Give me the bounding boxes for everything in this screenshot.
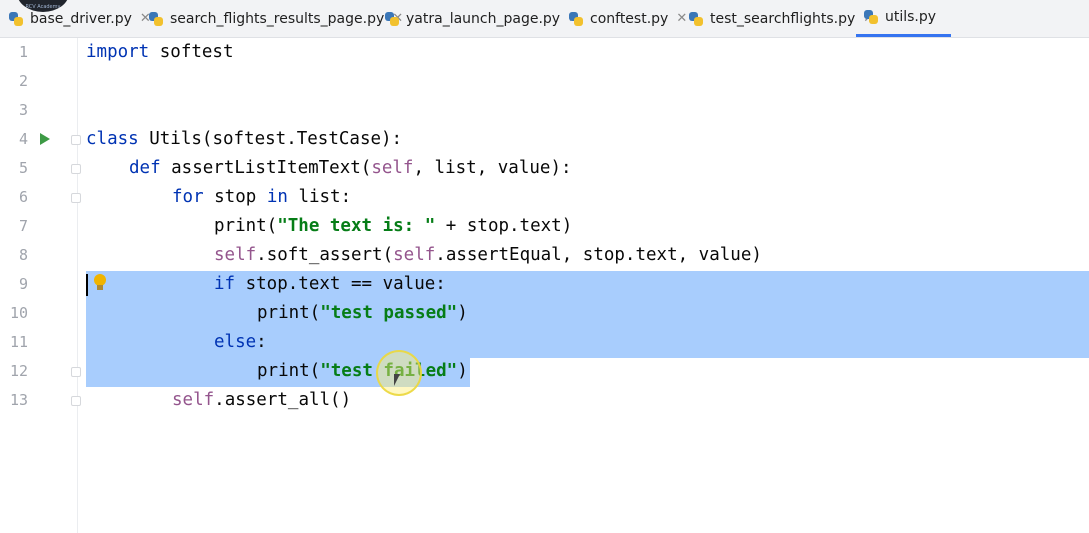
logo-text: RCV Academy xyxy=(25,4,61,10)
tab-label: utils.py xyxy=(885,9,937,25)
tab-label: search_flights_results_page.py xyxy=(170,10,385,27)
tab-utils[interactable]: utils.py xyxy=(856,0,951,37)
line-number: 11 xyxy=(9,333,28,351)
line-number: 12 xyxy=(9,362,28,380)
line-number: 6 xyxy=(18,188,28,206)
line-number: 3 xyxy=(18,101,28,119)
line-number: 13 xyxy=(9,391,28,409)
tab-test-searchflights[interactable]: test_searchflights.py ✕ xyxy=(688,0,874,37)
tab-label: test_searchflights.py xyxy=(710,10,856,27)
line-number: 4 xyxy=(18,130,28,148)
close-icon[interactable]: ✕ xyxy=(676,11,687,26)
fold-marker[interactable] xyxy=(71,396,81,406)
tab-yatra-launch-page[interactable]: yatra_launch_page.py ✕ xyxy=(384,0,579,37)
text-caret xyxy=(86,274,88,296)
code-line-13: self.assert_all() xyxy=(172,390,352,410)
tab-label: base_driver.py xyxy=(30,10,132,27)
mouse-highlight-ring xyxy=(376,350,422,396)
line-number: 5 xyxy=(18,159,28,177)
line-number: 8 xyxy=(18,246,28,264)
fold-marker[interactable] xyxy=(71,135,81,145)
tab-label: yatra_launch_page.py xyxy=(406,10,561,27)
code-line-7: print("The text is: " + stop.text) xyxy=(214,216,573,236)
intention-bulb-icon[interactable] xyxy=(93,274,107,292)
run-gutter-icon[interactable] xyxy=(40,133,50,145)
code-line-1: import softest xyxy=(86,42,234,62)
fold-marker[interactable] xyxy=(71,193,81,203)
python-file-icon xyxy=(863,9,879,25)
python-file-icon xyxy=(688,11,704,27)
python-file-icon xyxy=(568,11,584,27)
line-number: 7 xyxy=(18,217,28,235)
code-line-12: print("test failed") xyxy=(257,361,468,381)
editor-tab-bar: base_driver.py ✕ search_flights_results_… xyxy=(0,0,1089,38)
line-number: 9 xyxy=(18,275,28,293)
python-file-icon xyxy=(8,11,24,27)
line-number: 10 xyxy=(9,304,28,322)
code-line-5: def assertListItemText(self, list, value… xyxy=(129,158,572,178)
code-line-8: self.soft_assert(self.assertEqual, stop.… xyxy=(214,245,762,265)
python-file-icon xyxy=(384,11,400,27)
mouse-pointer-icon xyxy=(394,374,400,386)
tab-label: conftest.py xyxy=(590,10,669,27)
line-number: 2 xyxy=(18,72,28,90)
tab-search-flights-results-page[interactable]: search_flights_results_page.py ✕ xyxy=(148,0,403,37)
code-line-6: for stop in list: xyxy=(172,187,352,207)
line-number: 1 xyxy=(18,43,28,61)
fold-marker[interactable] xyxy=(71,367,81,377)
fold-marker[interactable] xyxy=(71,164,81,174)
code-line-9: if stop.text == value: xyxy=(214,274,446,294)
python-file-icon xyxy=(148,11,164,27)
tab-conftest[interactable]: conftest.py ✕ xyxy=(568,0,687,37)
code-line-4: class Utils(softest.TestCase): xyxy=(86,129,403,149)
code-line-11: else: xyxy=(214,332,267,352)
code-line-10: print("test passed") xyxy=(257,303,468,323)
